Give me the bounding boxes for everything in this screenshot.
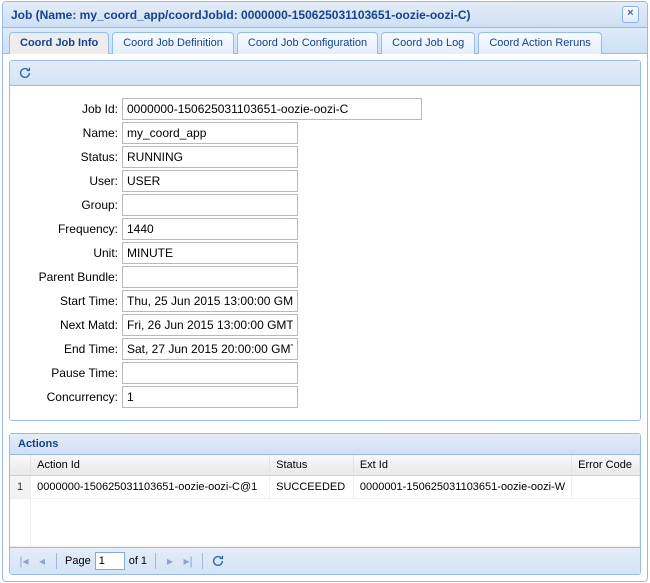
label-concurrency: Concurrency: [10, 390, 122, 404]
window-titlebar: Job (Name: my_coord_app/coordJobId: 0000… [3, 2, 647, 28]
form-row-parent-bundle: Parent Bundle: [10, 266, 630, 288]
info-form: Job Id: Name: Status: User: Group: Frequency:… [10, 86, 640, 420]
tab-coord-job-log[interactable]: Coord Job Log [381, 32, 475, 54]
input-concurrency[interactable] [122, 386, 298, 408]
input-status[interactable] [122, 146, 298, 168]
info-toolbar [10, 61, 640, 86]
tab-coord-job-info[interactable]: Coord Job Info [9, 32, 109, 54]
input-name[interactable] [122, 122, 298, 144]
cell-action-id: 0000000-150625031103651-oozie-oozi-C@1 [31, 476, 270, 499]
first-page-icon[interactable]: |◂ [16, 552, 32, 570]
form-row-group: Group: [10, 194, 630, 216]
info-panel: Job Id: Name: Status: User: Group: Frequency:… [9, 60, 641, 421]
tabs: Coord Job Info Coord Job Definition Coor… [3, 28, 647, 54]
input-next-matd[interactable] [122, 314, 298, 336]
label-pause-time: Pause Time: [10, 366, 122, 380]
tab-coord-job-definition[interactable]: Coord Job Definition [112, 32, 234, 54]
next-page-icon[interactable]: ▸ [162, 552, 178, 570]
form-row-pause-time: Pause Time: [10, 362, 630, 384]
job-window: Job (Name: my_coord_app/coordJobId: 0000… [2, 1, 648, 582]
actions-title: Actions [10, 434, 640, 455]
page-number-input[interactable] [95, 552, 125, 570]
label-job-id: Job Id: [10, 102, 122, 116]
col-ext-id[interactable]: Ext Id [353, 455, 571, 476]
col-status[interactable]: Status [270, 455, 354, 476]
refresh-icon[interactable] [209, 552, 227, 570]
cell-ext-id: 0000001-150625031103651-oozie-oozi-W [353, 476, 571, 499]
input-unit[interactable] [122, 242, 298, 264]
tab-content: Job Id: Name: Status: User: Group: Frequency:… [3, 54, 647, 427]
cell-status: SUCCEEDED [270, 476, 354, 499]
separator [202, 553, 203, 569]
label-unit: Unit: [10, 246, 122, 260]
form-row-concurrency: Concurrency: [10, 386, 630, 408]
window-title: Job (Name: my_coord_app/coordJobId: 0000… [11, 8, 622, 22]
actions-grid: Action Id Status Ext Id Error Code 1 000… [10, 455, 640, 547]
label-next-matd: Next Matd: [10, 318, 122, 332]
refresh-icon[interactable] [16, 64, 34, 82]
col-rownum[interactable] [10, 455, 31, 476]
actions-columns: Action Id Status Ext Id Error Code [10, 455, 640, 476]
input-pause-time[interactable] [122, 362, 298, 384]
col-action-id[interactable]: Action Id [31, 455, 270, 476]
form-row-end-time: End Time: [10, 338, 630, 360]
form-row-start-time: Start Time: [10, 290, 630, 312]
close-icon[interactable]: × [622, 6, 639, 23]
label-group: Group: [10, 198, 122, 212]
input-parent-bundle[interactable] [122, 266, 298, 288]
input-frequency[interactable] [122, 218, 298, 240]
prev-page-icon[interactable]: ◂ [34, 552, 50, 570]
page-label: Page [65, 555, 91, 567]
form-row-status: Status: [10, 146, 630, 168]
input-group[interactable] [122, 194, 298, 216]
form-row-next-matd: Next Matd: [10, 314, 630, 336]
separator [155, 553, 156, 569]
actions-panel: Actions Action Id Status Ext Id Error Co… [9, 433, 641, 575]
label-name: Name: [10, 126, 122, 140]
last-page-icon[interactable]: ▸| [180, 552, 196, 570]
label-frequency: Frequency: [10, 222, 122, 236]
label-parent-bundle: Parent Bundle: [10, 270, 122, 284]
form-row-name: Name: [10, 122, 630, 144]
actions-pager: |◂ ◂ Page of 1 ▸ ▸| [10, 547, 640, 574]
table-row[interactable]: 1 0000000-150625031103651-oozie-oozi-C@1… [10, 476, 640, 499]
tab-coord-job-configuration[interactable]: Coord Job Configuration [237, 32, 378, 54]
label-start-time: Start Time: [10, 294, 122, 308]
col-error-code[interactable]: Error Code [572, 455, 640, 476]
form-row-frequency: Frequency: [10, 218, 630, 240]
label-user: User: [10, 174, 122, 188]
separator [56, 553, 57, 569]
cell-rownum: 1 [10, 476, 31, 499]
label-end-time: End Time: [10, 342, 122, 356]
input-start-time[interactable] [122, 290, 298, 312]
tab-coord-action-reruns[interactable]: Coord Action Reruns [478, 32, 602, 54]
input-end-time[interactable] [122, 338, 298, 360]
actions-grid-scroll[interactable]: Action Id Status Ext Id Error Code 1 000… [10, 455, 640, 547]
form-row-unit: Unit: [10, 242, 630, 264]
input-user[interactable] [122, 170, 298, 192]
label-status: Status: [10, 150, 122, 164]
form-row-job-id: Job Id: [10, 98, 630, 120]
input-job-id[interactable] [122, 98, 422, 120]
form-row-user: User: [10, 170, 630, 192]
page-of-label: of 1 [129, 555, 147, 567]
cell-error-code [572, 476, 640, 499]
table-row [10, 499, 640, 547]
